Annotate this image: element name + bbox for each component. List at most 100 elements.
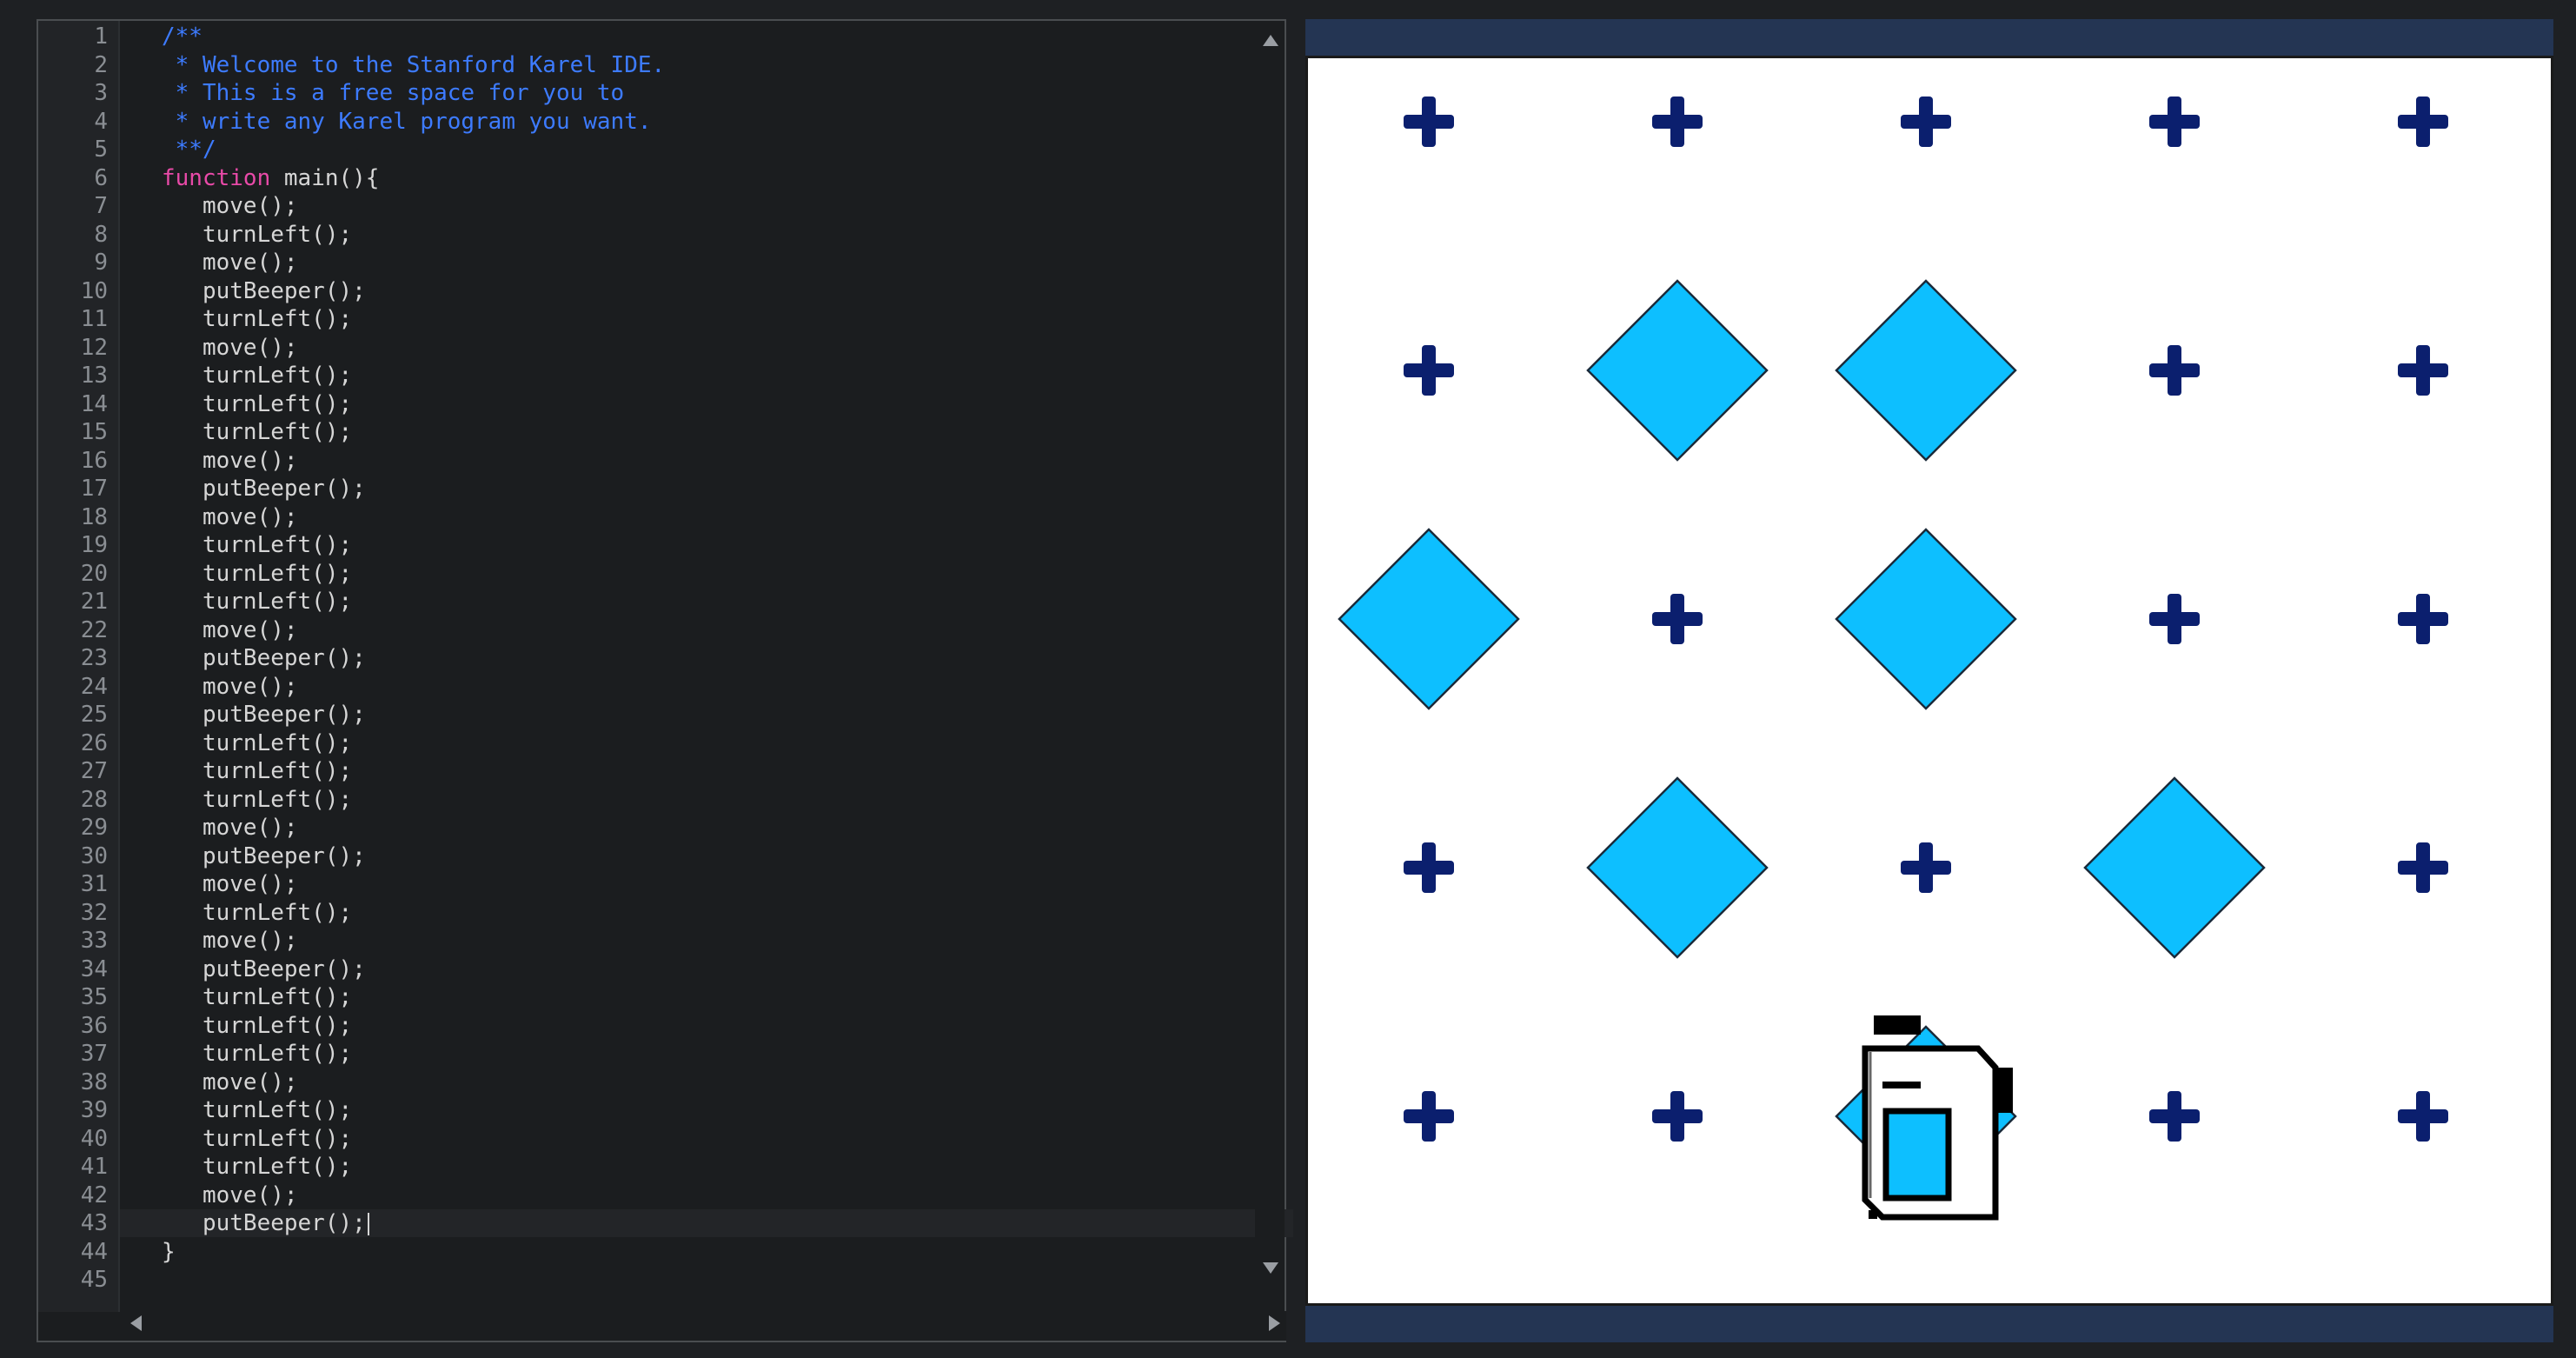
line-number: 11 <box>80 306 108 332</box>
line-number: 35 <box>80 984 108 1010</box>
scroll-up-arrow-icon[interactable] <box>1263 35 1278 46</box>
code-line[interactable]: turnLeft(); <box>162 560 352 589</box>
beeper <box>1835 279 2017 462</box>
code-line[interactable]: turnLeft(); <box>162 418 352 447</box>
line-number: 41 <box>80 1154 108 1180</box>
code-line[interactable]: move(); <box>162 1068 298 1097</box>
code-line[interactable]: move(); <box>162 334 298 363</box>
code-line[interactable]: turnLeft(); <box>162 305 352 334</box>
line-number: 12 <box>80 334 108 361</box>
code-line[interactable]: turnLeft(); <box>162 362 352 390</box>
code-line[interactable]: turnLeft(); <box>162 1040 352 1068</box>
code-area[interactable]: /** * Welcome to the Stanford Karel IDE.… <box>162 21 1335 1312</box>
line-number: 20 <box>80 560 108 587</box>
code-line[interactable]: turnLeft(); <box>162 531 352 560</box>
line-number: 39 <box>80 1097 108 1123</box>
corner-cross-icon <box>2398 594 2448 644</box>
code-line[interactable]: /** <box>162 23 202 51</box>
line-number: 15 <box>80 419 108 445</box>
code-line[interactable]: move(); <box>162 814 298 842</box>
line-number: 27 <box>80 758 108 784</box>
beeper <box>2083 776 2266 959</box>
code-line[interactable]: putBeeper(); <box>162 277 366 306</box>
code-line[interactable]: * This is a free space for you to <box>162 79 625 108</box>
scroll-down-arrow-icon[interactable] <box>1263 1262 1278 1274</box>
line-number: 21 <box>80 589 108 615</box>
line-number: 19 <box>80 532 108 558</box>
code-line[interactable]: * Welcome to the Stanford Karel IDE. <box>162 51 666 80</box>
line-number: 18 <box>80 503 108 530</box>
code-line[interactable]: putBeeper(); <box>162 701 366 729</box>
corner-cross-icon <box>2398 97 2448 147</box>
line-number: 28 <box>80 786 108 813</box>
vertical-scrollbar[interactable] <box>1255 21 1285 1312</box>
horizontal-scrollbar[interactable] <box>120 1311 1286 1341</box>
corner-cross-icon <box>1652 594 1703 644</box>
beeper <box>1338 528 1520 710</box>
code-line[interactable]: move(); <box>162 616 298 645</box>
code-line[interactable]: turnLeft(); <box>162 588 352 616</box>
line-number: 4 <box>94 108 108 135</box>
corner-cross-icon <box>1901 97 1951 147</box>
line-number: 43 <box>80 1210 108 1236</box>
code-line[interactable]: putBeeper(); <box>162 842 366 871</box>
code-line[interactable]: * write any Karel program you want. <box>162 108 652 136</box>
code-line[interactable]: turnLeft(); <box>162 1125 352 1154</box>
code-line[interactable]: turnLeft(); <box>162 1153 352 1182</box>
line-number: 7 <box>94 193 108 219</box>
code-line[interactable]: turnLeft(); <box>162 390 352 419</box>
karel-world-canvas <box>1305 56 2553 1306</box>
corner-cross-icon <box>1652 1091 1703 1142</box>
corner-cross-icon <box>1404 842 1454 893</box>
line-number: 16 <box>80 447 108 474</box>
line-number: 26 <box>80 729 108 756</box>
line-number: 45 <box>80 1267 108 1293</box>
code-line[interactable]: putBeeper(); <box>162 955 366 984</box>
code-line[interactable]: move(); <box>162 927 298 955</box>
corner-cross-icon <box>2398 1091 2448 1142</box>
line-number: 40 <box>80 1125 108 1152</box>
beeper <box>1586 776 1769 959</box>
code-line[interactable]: move(); <box>162 192 298 221</box>
line-number: 14 <box>80 390 108 417</box>
code-line[interactable]: } <box>162 1238 176 1267</box>
scroll-right-arrow-icon[interactable] <box>1269 1315 1280 1331</box>
code-line[interactable]: move(); <box>162 870 298 899</box>
code-line[interactable]: turnLeft(); <box>162 1012 352 1041</box>
line-number: 33 <box>80 928 108 954</box>
corner-cross-icon <box>2149 345 2200 396</box>
code-line[interactable]: turnLeft(); <box>162 983 352 1012</box>
line-number: 38 <box>80 1068 108 1095</box>
line-number: 9 <box>94 250 108 276</box>
line-number: 17 <box>80 476 108 502</box>
line-number: 36 <box>80 1012 108 1039</box>
code-line[interactable]: move(); <box>162 447 298 476</box>
line-number: 25 <box>80 702 108 728</box>
code-line[interactable]: turnLeft(); <box>162 221 352 250</box>
code-editor[interactable]: 1 2 3 4 5 6 7 8 9 10 11 12 13 14 15 16 17 18 19 20 21 22 23 24 2… <box>37 19 1293 1342</box>
line-number: 31 <box>80 871 108 897</box>
code-line[interactable]: putBeeper(); <box>162 1209 369 1238</box>
line-number: 13 <box>80 363 108 389</box>
code-line[interactable]: turnLeft(); <box>162 899 352 928</box>
karel-world-panel <box>1305 19 2553 1342</box>
code-line[interactable]: move(); <box>162 673 298 702</box>
code-line[interactable]: function main(){ <box>162 164 379 193</box>
code-line[interactable]: move(); <box>162 249 298 277</box>
code-line[interactable]: putBeeper(); <box>162 475 366 503</box>
code-line[interactable]: turnLeft(); <box>162 1096 352 1125</box>
code-line[interactable]: turnLeft(); <box>162 757 352 786</box>
beeper <box>1586 279 1769 462</box>
code-line[interactable]: **/ <box>162 136 216 164</box>
corner-cross-icon <box>2149 97 2200 147</box>
code-line[interactable]: putBeeper(); <box>162 644 366 673</box>
code-line[interactable]: turnLeft(); <box>162 786 352 815</box>
scroll-left-arrow-icon[interactable] <box>130 1315 142 1331</box>
corner-cross-icon <box>2398 345 2448 396</box>
corner-cross-icon <box>1404 345 1454 396</box>
code-line[interactable]: move(); <box>162 1182 298 1210</box>
code-line[interactable]: move(); <box>162 503 298 532</box>
world-bottom-bar <box>1305 1306 2553 1342</box>
code-line[interactable]: turnLeft(); <box>162 729 352 758</box>
line-number: 3 <box>94 80 108 106</box>
